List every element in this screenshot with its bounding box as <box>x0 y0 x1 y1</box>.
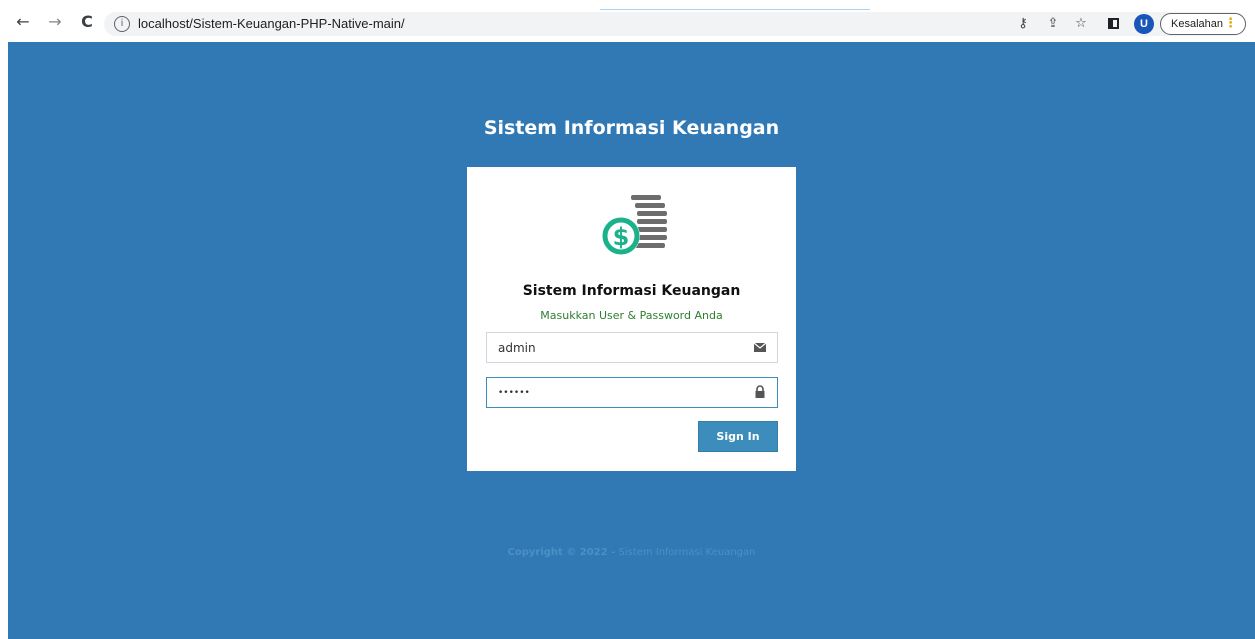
sign-in-button[interactable]: Sign In <box>698 421 778 452</box>
login-subtitle: Masukkan User & Password Anda <box>540 309 723 322</box>
username-field[interactable] <box>486 332 778 363</box>
back-button[interactable]: ← <box>14 13 32 31</box>
error-button[interactable]: Kesalahan ⋮ <box>1160 13 1246 35</box>
browser-toolbar: ← → C i localhost/Sistem-Keuangan-PHP-Na… <box>0 0 1255 42</box>
login-box: $ Sistem Informasi Keuangan Masukkan Use… <box>467 167 796 471</box>
login-title: Sistem Informasi Keuangan <box>522 283 741 299</box>
error-label: Kesalahan <box>1171 18 1223 30</box>
copyright-footer: Copyright © 2022 - Sistem Informasi Keua… <box>8 547 1255 558</box>
password-field[interactable] <box>486 377 778 408</box>
address-bar[interactable]: i localhost/Sistem-Keuangan-PHP-Native-m… <box>104 12 1246 36</box>
copyright-name[interactable]: Sistem Informasi Keuangan <box>618 547 755 558</box>
profile-avatar[interactable]: U <box>1134 14 1154 34</box>
url-text[interactable]: localhost/Sistem-Keuangan-PHP-Native-mai… <box>138 16 405 32</box>
page-title: Sistem Informasi Keuangan <box>483 117 780 139</box>
bookmark-star-icon[interactable]: ☆ <box>1072 15 1090 33</box>
forward-button[interactable]: → <box>46 13 64 31</box>
side-panel-icon[interactable] <box>1104 15 1122 33</box>
menu-kebab-icon[interactable]: ⋮ <box>1224 17 1237 31</box>
login-page: Sistem Informasi Keuangan $ Sistem Infor… <box>8 42 1255 639</box>
copyright-prefix: Copyright © 2022 - <box>507 547 616 558</box>
info-icon[interactable]: i <box>114 16 130 32</box>
username-input[interactable] <box>487 333 747 362</box>
loading-indicator <box>600 9 870 10</box>
lock-icon <box>755 385 765 398</box>
svg-text:$: $ <box>613 223 630 251</box>
share-icon[interactable]: ⇪ <box>1044 15 1062 33</box>
envelope-icon <box>753 342 767 352</box>
reload-button[interactable]: C <box>78 13 96 31</box>
key-icon[interactable]: ⚷ <box>1014 15 1032 33</box>
money-coins-icon: $ <box>602 195 667 255</box>
password-input[interactable] <box>487 378 747 407</box>
